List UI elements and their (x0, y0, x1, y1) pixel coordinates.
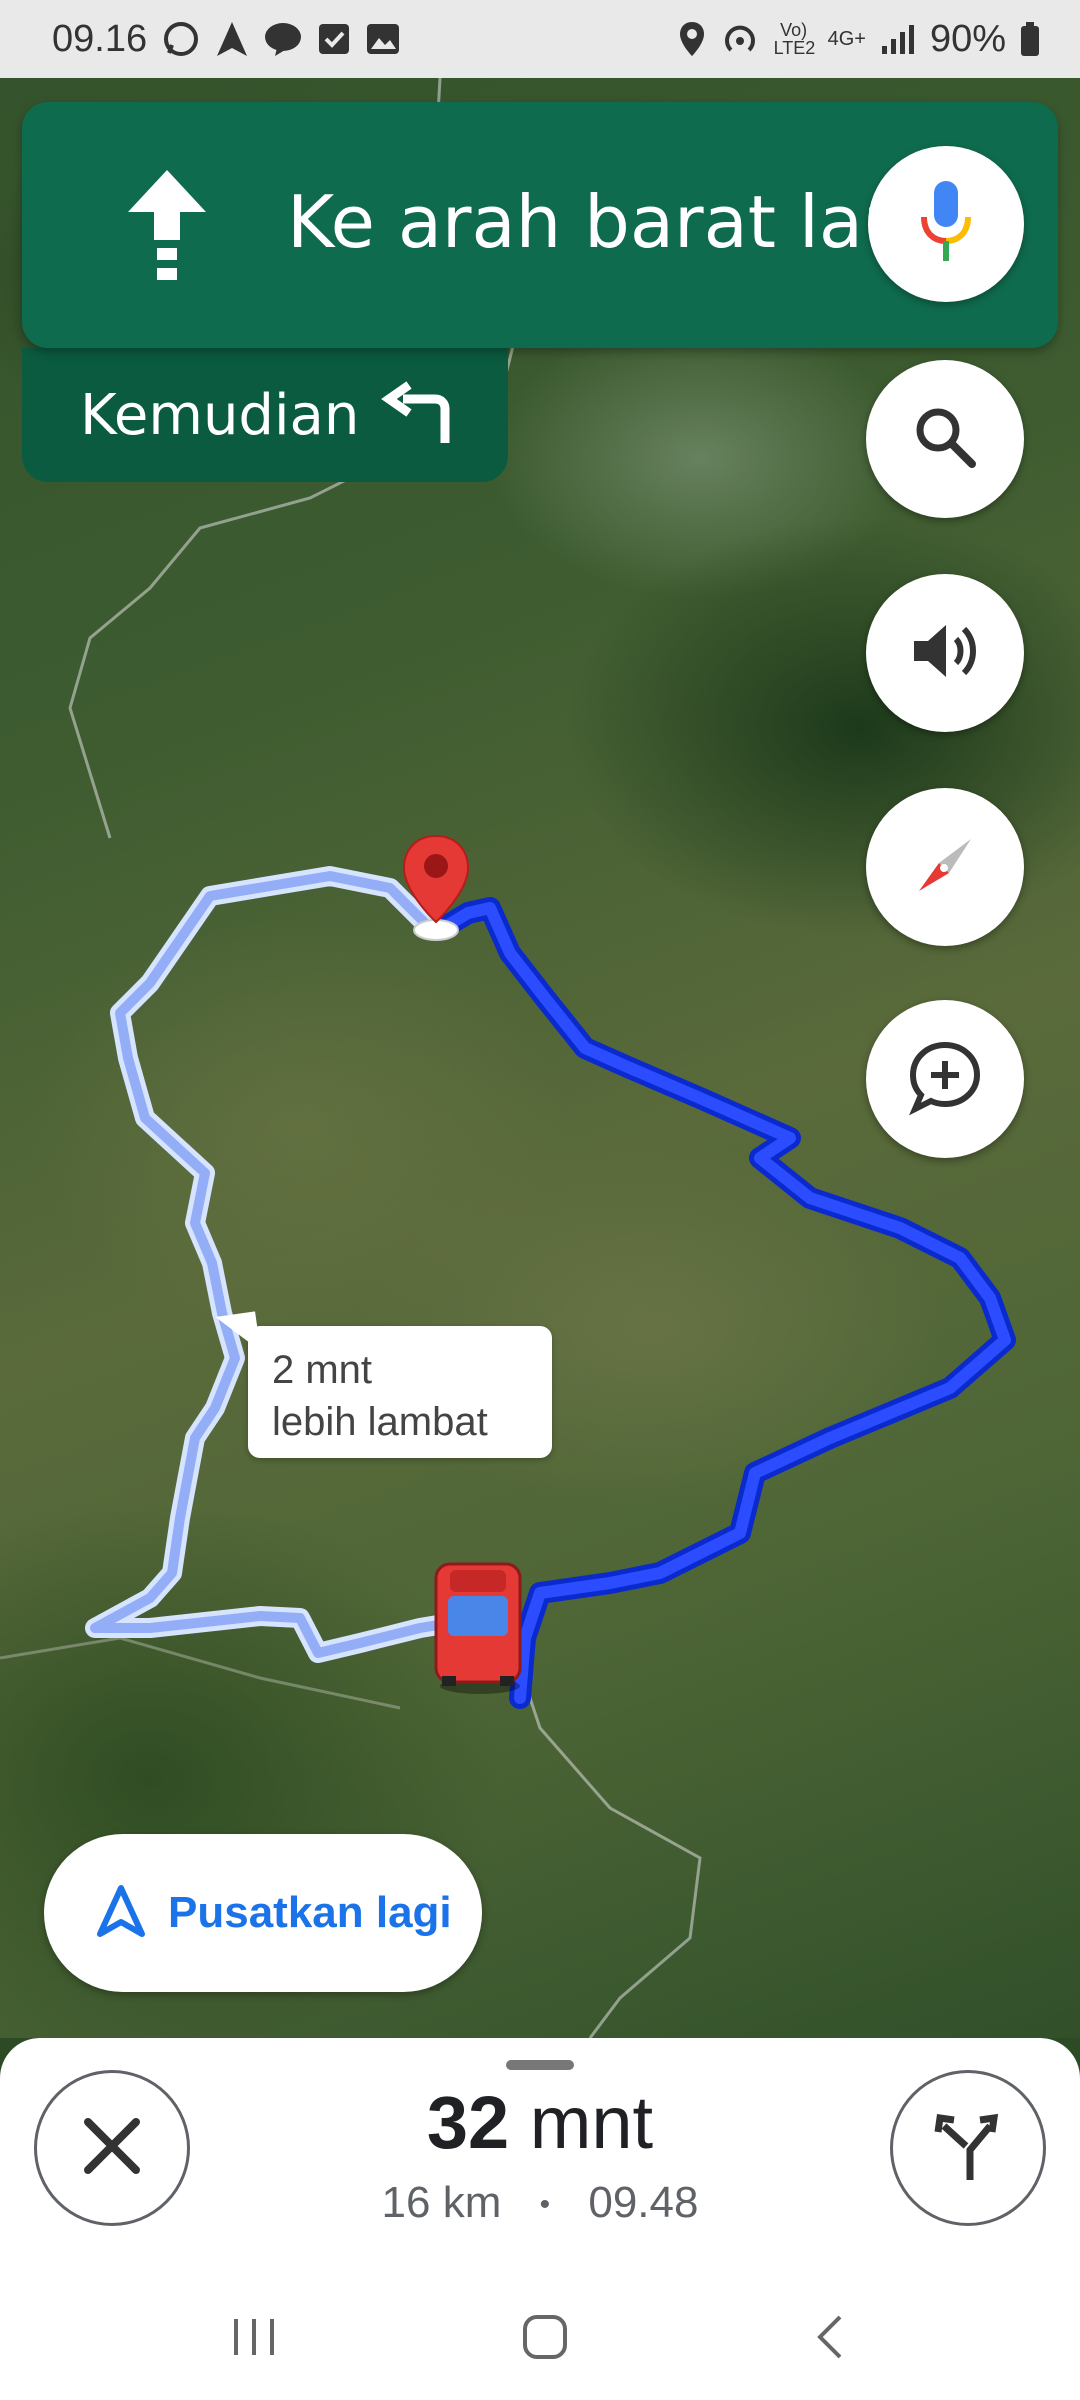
arrival-time: 09.48 (588, 2178, 699, 2227)
destination-pin-icon[interactable] (396, 832, 476, 947)
line-app-icon (263, 20, 303, 58)
current-location-car-icon (428, 1556, 528, 1701)
battery-percent: 90% (929, 17, 1006, 60)
microphone-icon (916, 177, 976, 272)
system-navigation-bar (0, 2278, 1080, 2400)
search-icon (910, 402, 980, 477)
home-button[interactable] (520, 2312, 570, 2367)
then-label: Kemudian (80, 382, 360, 448)
recenter-button[interactable]: Pusatkan lagi (44, 1834, 482, 1992)
compass-icon (905, 825, 985, 910)
location-icon (678, 20, 706, 58)
status-time: 09.16 (52, 17, 148, 60)
route-split-icon (928, 2106, 1008, 2191)
volume-icon (908, 619, 982, 688)
trip-separator: • (539, 2188, 551, 2222)
alternate-route-callout[interactable]: 2 mnt lebih lambat (248, 1326, 552, 1458)
alternate-routes-button[interactable] (890, 2070, 1046, 2226)
network-label: Vo) LTE2 (773, 20, 816, 58)
signal-bars-icon (880, 22, 916, 56)
recent-apps-button[interactable] (230, 2315, 280, 2364)
whatsapp-icon (161, 19, 201, 59)
status-bar: 09.16 Vo) LTE2 4G+ 90% (0, 0, 1080, 78)
sheet-drag-handle[interactable] (506, 2060, 574, 2070)
task-check-icon (317, 22, 351, 56)
navigation-arrow-icon (215, 20, 249, 58)
compass-button[interactable] (866, 788, 1024, 946)
turn-left-icon (381, 380, 455, 450)
callout-description: lebih lambat (272, 1400, 488, 1444)
alternate-route[interactable] (85, 866, 490, 1663)
search-along-route-button[interactable] (866, 360, 1024, 518)
hotspot-icon (720, 19, 760, 59)
voice-search-button[interactable] (868, 146, 1024, 302)
trip-distance: 16 km (381, 2178, 502, 2227)
trip-summary-sheet[interactable]: 32 mnt 16 km • 09.48 (0, 2038, 1080, 2278)
signal-type-label: 4G+ (827, 27, 866, 50)
back-button[interactable] (810, 2312, 850, 2367)
sound-button[interactable] (866, 574, 1024, 732)
duration-value: 32 (426, 2081, 510, 2164)
duration-unit: mnt (509, 2081, 654, 2164)
battery-icon (1020, 21, 1040, 57)
callout-time: 2 mnt (272, 1348, 373, 1392)
road-line (518, 1667, 702, 2038)
gallery-icon (365, 22, 401, 56)
navigation-instruction: Ke arah barat laut (287, 180, 937, 264)
navigation-arrow-icon (96, 1884, 146, 1943)
add-report-button[interactable] (866, 1000, 1024, 1158)
arrow-up-icon (122, 166, 212, 291)
add-comment-icon (905, 1037, 985, 1122)
next-maneuver-card[interactable]: Kemudian (22, 348, 508, 482)
recenter-label: Pusatkan lagi (168, 1888, 452, 1937)
